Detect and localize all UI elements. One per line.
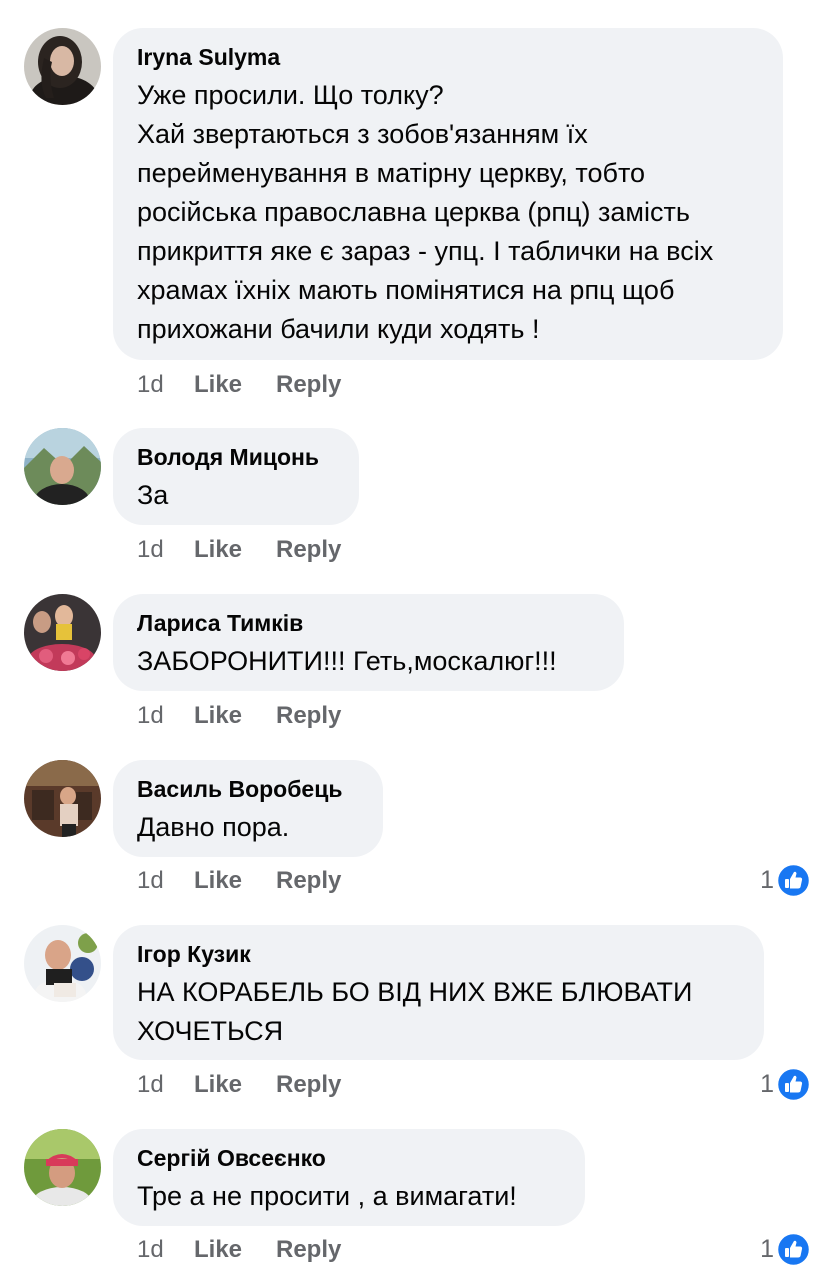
- comment-bubble: Володя Мицонь За: [113, 428, 359, 525]
- comment-author[interactable]: Володя Мицонь: [137, 442, 335, 472]
- avatar[interactable]: [24, 925, 101, 1002]
- comment-timestamp[interactable]: 1d: [137, 867, 194, 895]
- comment-timestamp[interactable]: 1d: [137, 702, 194, 730]
- comment-timestamp[interactable]: 1d: [137, 1236, 194, 1264]
- avatar[interactable]: [24, 28, 101, 105]
- like-button[interactable]: Like: [194, 867, 276, 895]
- comment-actions: 1d Like Reply: [137, 702, 341, 730]
- comment-bubble: Лариса Тимків ЗАБОРОНИТИ!!! Геть,москалю…: [113, 594, 624, 691]
- reaction-summary[interactable]: 1: [760, 864, 810, 897]
- comment-author[interactable]: Iryna Sulyma: [137, 42, 759, 72]
- avatar[interactable]: [24, 1129, 101, 1206]
- comment-author[interactable]: Лариса Тимків: [137, 608, 600, 638]
- avatar[interactable]: [24, 594, 101, 671]
- comment-text: Уже просили. Що толку? Хай звертаються з…: [137, 80, 714, 344]
- reply-button[interactable]: Reply: [276, 536, 341, 564]
- like-button[interactable]: Like: [194, 1071, 276, 1099]
- comment-actions: 1d Like Reply: [137, 371, 341, 399]
- like-button[interactable]: Like: [194, 1236, 276, 1264]
- comment-bubble: Ігор Кузик НА КОРАБЕЛЬ БО ВІД НИХ ВЖЕ БЛ…: [113, 925, 764, 1060]
- reaction-summary[interactable]: 1: [760, 1068, 810, 1101]
- comment-timestamp[interactable]: 1d: [137, 536, 194, 564]
- comment-author[interactable]: Василь Воробець: [137, 774, 359, 804]
- reaction-count: 1: [760, 1070, 774, 1098]
- thumbs-up-icon: [777, 1233, 810, 1266]
- reply-button[interactable]: Reply: [276, 1071, 341, 1099]
- thumbs-up-icon: [777, 864, 810, 897]
- comment-text: За: [137, 480, 169, 510]
- reply-button[interactable]: Reply: [276, 371, 341, 399]
- thumbs-up-icon: [777, 1068, 810, 1101]
- comment-actions: 1d Like Reply: [137, 536, 341, 564]
- comment-text: ЗАБОРОНИТИ!!! Геть,москалюг!!!: [137, 646, 557, 676]
- comment-bubble: Василь Воробець Давно пора.: [113, 760, 383, 857]
- comment-author[interactable]: Ігор Кузик: [137, 939, 740, 969]
- comment-timestamp[interactable]: 1d: [137, 1071, 194, 1099]
- avatar[interactable]: [24, 428, 101, 505]
- comment-text: Тре а не просити , а вимагати!: [137, 1181, 517, 1211]
- comment-author[interactable]: Сергій Овсеєнко: [137, 1143, 561, 1173]
- comment-bubble: Сергій Овсеєнко Тре а не просити , а вим…: [113, 1129, 585, 1226]
- comment-text: НА КОРАБЕЛЬ БО ВІД НИХ ВЖЕ БЛЮВАТИ ХОЧЕТ…: [137, 977, 693, 1046]
- like-button[interactable]: Like: [194, 536, 276, 564]
- comment-text: Давно пора.: [137, 812, 290, 842]
- comment-timestamp[interactable]: 1d: [137, 371, 194, 399]
- comment-actions: 1d Like Reply: [137, 1071, 341, 1099]
- reaction-count: 1: [760, 1235, 774, 1263]
- reply-button[interactable]: Reply: [276, 1236, 341, 1264]
- reply-button[interactable]: Reply: [276, 867, 341, 895]
- like-button[interactable]: Like: [194, 702, 276, 730]
- comment-bubble: Iryna Sulyma Уже просили. Що толку? Хай …: [113, 28, 783, 360]
- like-button[interactable]: Like: [194, 371, 276, 399]
- reaction-count: 1: [760, 866, 774, 894]
- reply-button[interactable]: Reply: [276, 702, 341, 730]
- avatar[interactable]: [24, 760, 101, 837]
- reaction-summary[interactable]: 1: [760, 1233, 810, 1266]
- comment-actions: 1d Like Reply: [137, 1236, 341, 1264]
- comment-actions: 1d Like Reply: [137, 867, 341, 895]
